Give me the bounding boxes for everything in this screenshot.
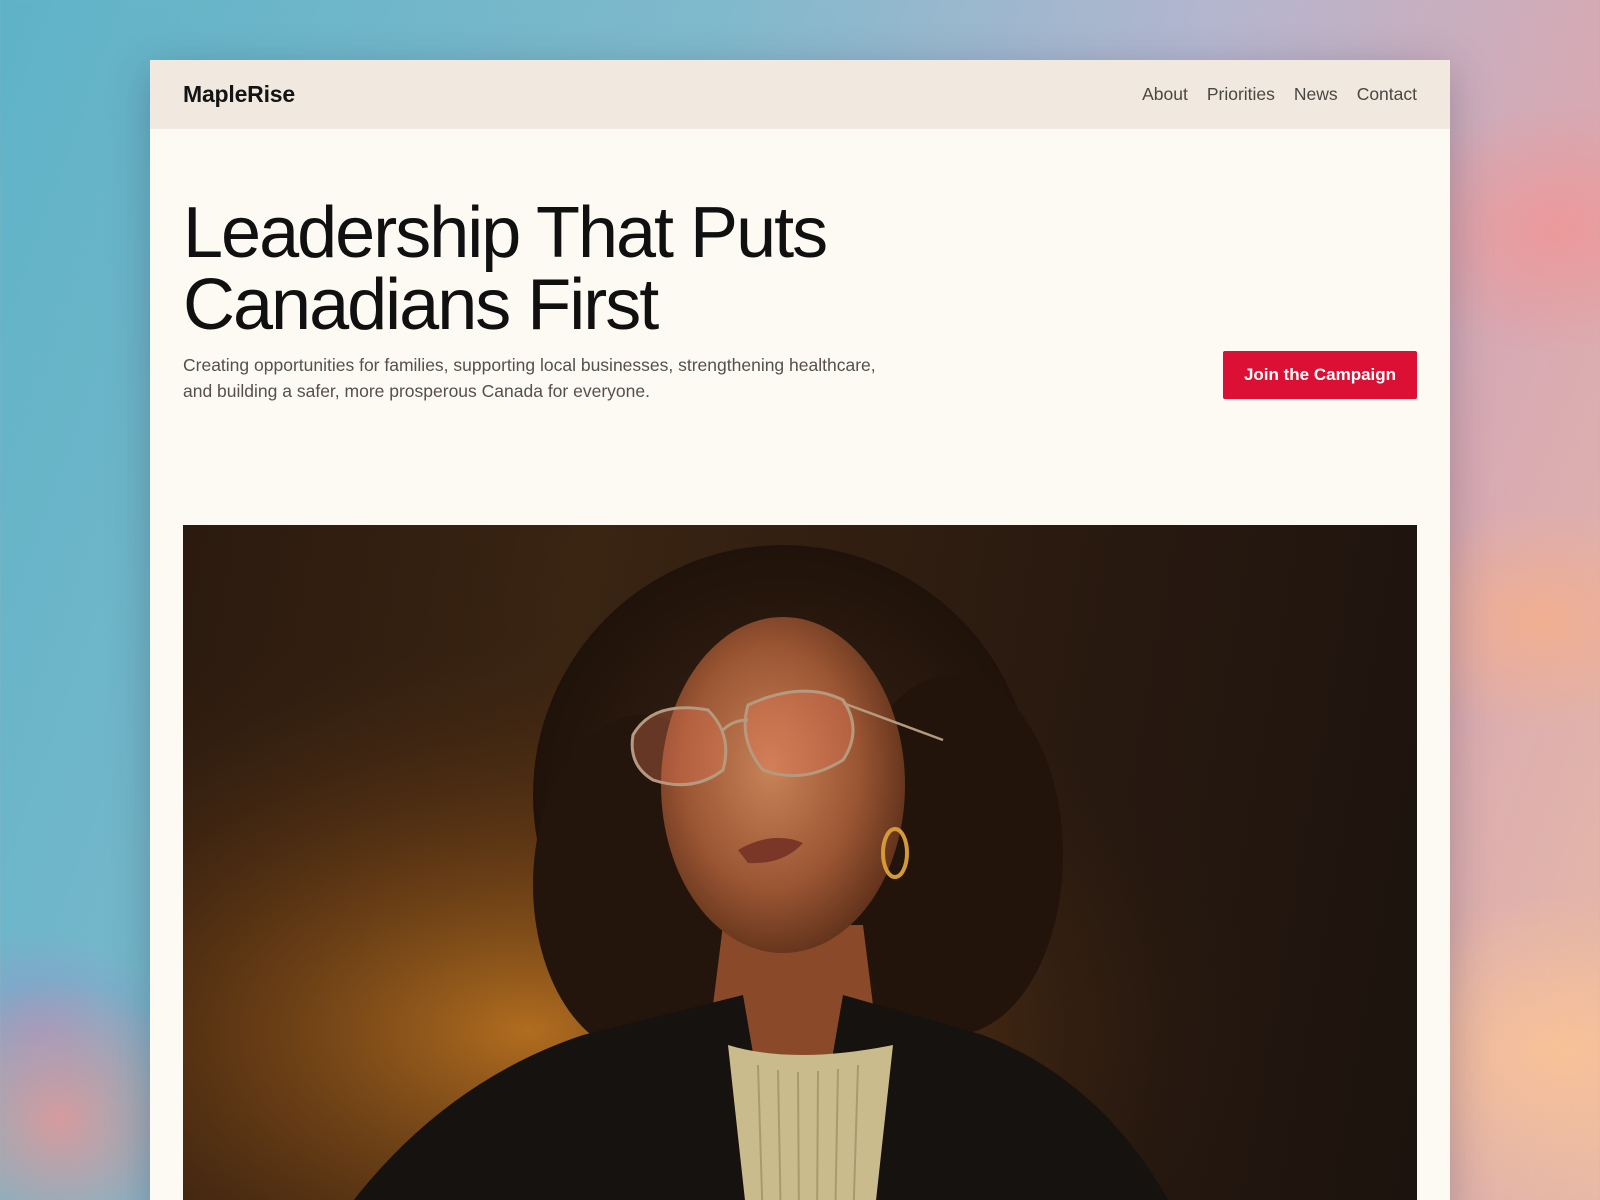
nav-news-link[interactable]: News: [1294, 84, 1338, 105]
hero-title-line-2: Canadians First: [183, 265, 659, 345]
brand-logo[interactable]: MapleRise: [183, 81, 295, 108]
portrait-illustration: [183, 525, 1417, 1200]
nav-links: About Priorities News Contact: [1142, 84, 1417, 105]
hero-subtitle-line-2: and building a safer, more prosperous Ca…: [183, 381, 650, 401]
join-campaign-button[interactable]: Join the Campaign: [1223, 351, 1417, 399]
nav-about-link[interactable]: About: [1142, 84, 1188, 105]
hero-subtitle-line-1: Creating opportunities for families, sup…: [183, 355, 876, 375]
nav-contact-link[interactable]: Contact: [1357, 84, 1417, 105]
hero-subtitle: Creating opportunities for families, sup…: [183, 352, 943, 404]
hero-portrait-image: [183, 525, 1417, 1200]
top-navigation: MapleRise About Priorities News Contact: [150, 60, 1450, 129]
nav-priorities-link[interactable]: Priorities: [1207, 84, 1275, 105]
hero-title-line-1: Leadership That Puts: [183, 193, 828, 273]
website-page: MapleRise About Priorities News Contact …: [150, 60, 1450, 1200]
hero-title: Leadership That Puts Canadians First: [183, 197, 943, 341]
